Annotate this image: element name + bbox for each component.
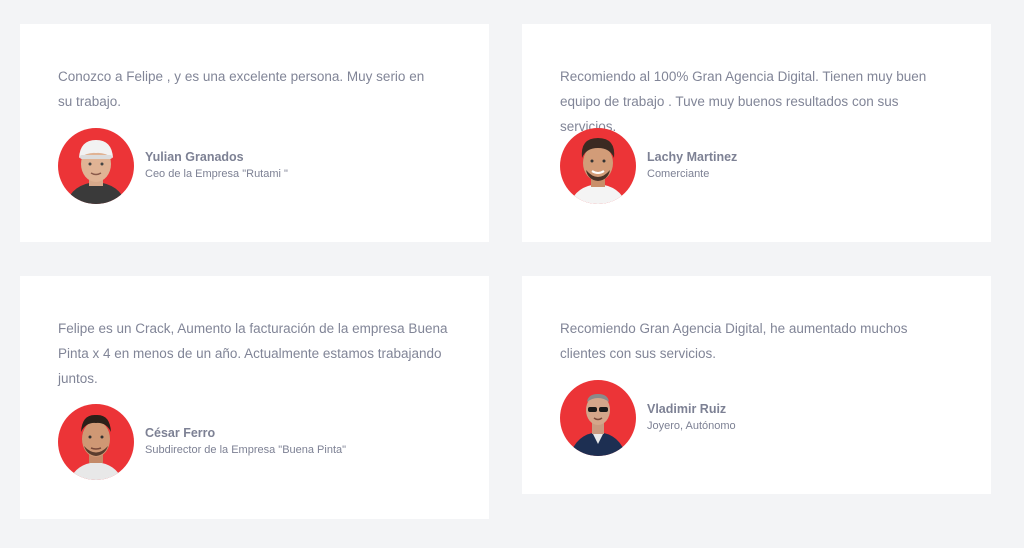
testimonial-card: Recomiendo Gran Agencia Digital, he aume… bbox=[522, 276, 991, 494]
testimonial-author: César Ferro Subdirector de la Empresa "B… bbox=[58, 404, 346, 480]
author-name: César Ferro bbox=[145, 426, 216, 440]
testimonial-author: Lachy Martinez Comerciante bbox=[560, 128, 737, 204]
testimonial-author: Vladimir Ruiz Joyero, Autónomo bbox=[560, 380, 736, 456]
person-photo-icon bbox=[570, 138, 626, 204]
person-photo-icon bbox=[66, 140, 126, 204]
person-photo-icon bbox=[70, 414, 122, 480]
author-role: Comerciante bbox=[647, 168, 710, 180]
testimonial-author: Yulian Granados Ceo de la Empresa "Rutam… bbox=[58, 128, 288, 204]
author-name: Vladimir Ruiz bbox=[647, 402, 727, 416]
author-name: Lachy Martinez bbox=[647, 150, 738, 164]
person-photo-icon bbox=[570, 394, 626, 456]
avatar bbox=[560, 128, 636, 204]
avatar bbox=[58, 404, 134, 480]
testimonial-quote: Recomiendo Gran Agencia Digital, he aume… bbox=[560, 321, 908, 361]
avatar bbox=[58, 128, 134, 204]
author-name: Yulian Granados bbox=[145, 150, 244, 164]
testimonial-card: Conozco a Felipe , y es una excelente pe… bbox=[20, 24, 489, 242]
avatar bbox=[560, 380, 636, 456]
author-role: Ceo de la Empresa "Rutami " bbox=[145, 168, 288, 180]
testimonial-quote: Conozco a Felipe , y es una excelente pe… bbox=[58, 69, 425, 109]
author-role: Subdirector de la Empresa "Buena Pinta" bbox=[145, 444, 347, 456]
testimonial-card: Recomiendo al 100% Gran Agencia Digital.… bbox=[522, 24, 991, 242]
testimonial-card: Felipe es un Crack, Aumento la facturaci… bbox=[20, 276, 489, 519]
author-role: Joyero, Autónomo bbox=[647, 420, 736, 432]
testimonial-quote: Felipe es un Crack, Aumento la facturaci… bbox=[58, 321, 448, 386]
